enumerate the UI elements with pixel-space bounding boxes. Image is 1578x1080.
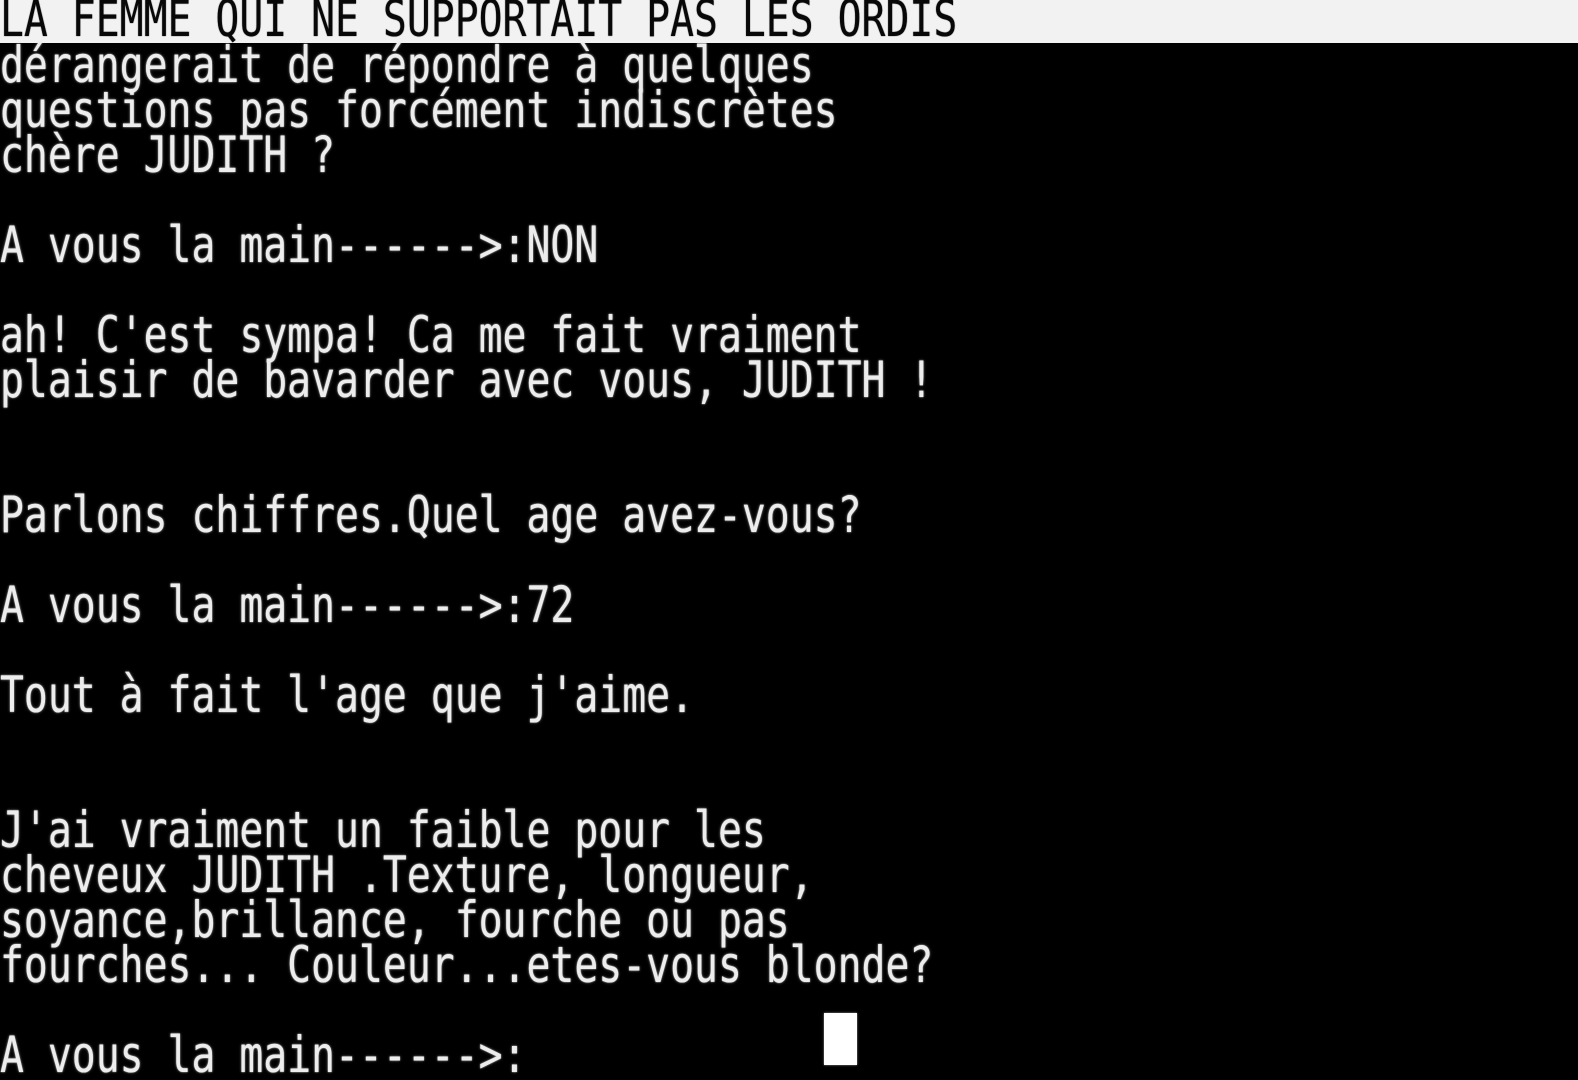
console-line: fourches... Couleur...etes-vous blonde? [0,936,934,994]
console-line: chère JUDITH ? [0,126,336,184]
console-output: dérangerait de répondre à quelques questi… [0,40,1578,1080]
console-line: Parlons chiffres.Quel age avez-vous? [0,486,862,544]
console-line: plaisir de bavarder avec vous, JUDITH ! [0,351,934,409]
console-line: A vous la main------>:72 [0,576,575,634]
console-line: A vous la main------>:NON [0,216,599,274]
text-cursor [824,1013,857,1065]
console-line: Tout à fait l'age que j'aime. [0,666,695,724]
console-line: A vous la main------>: [0,1026,527,1080]
terminal-screen: LA FEMME QUI NE SUPPORTAIT PAS LES ORDIS… [0,0,1578,1080]
